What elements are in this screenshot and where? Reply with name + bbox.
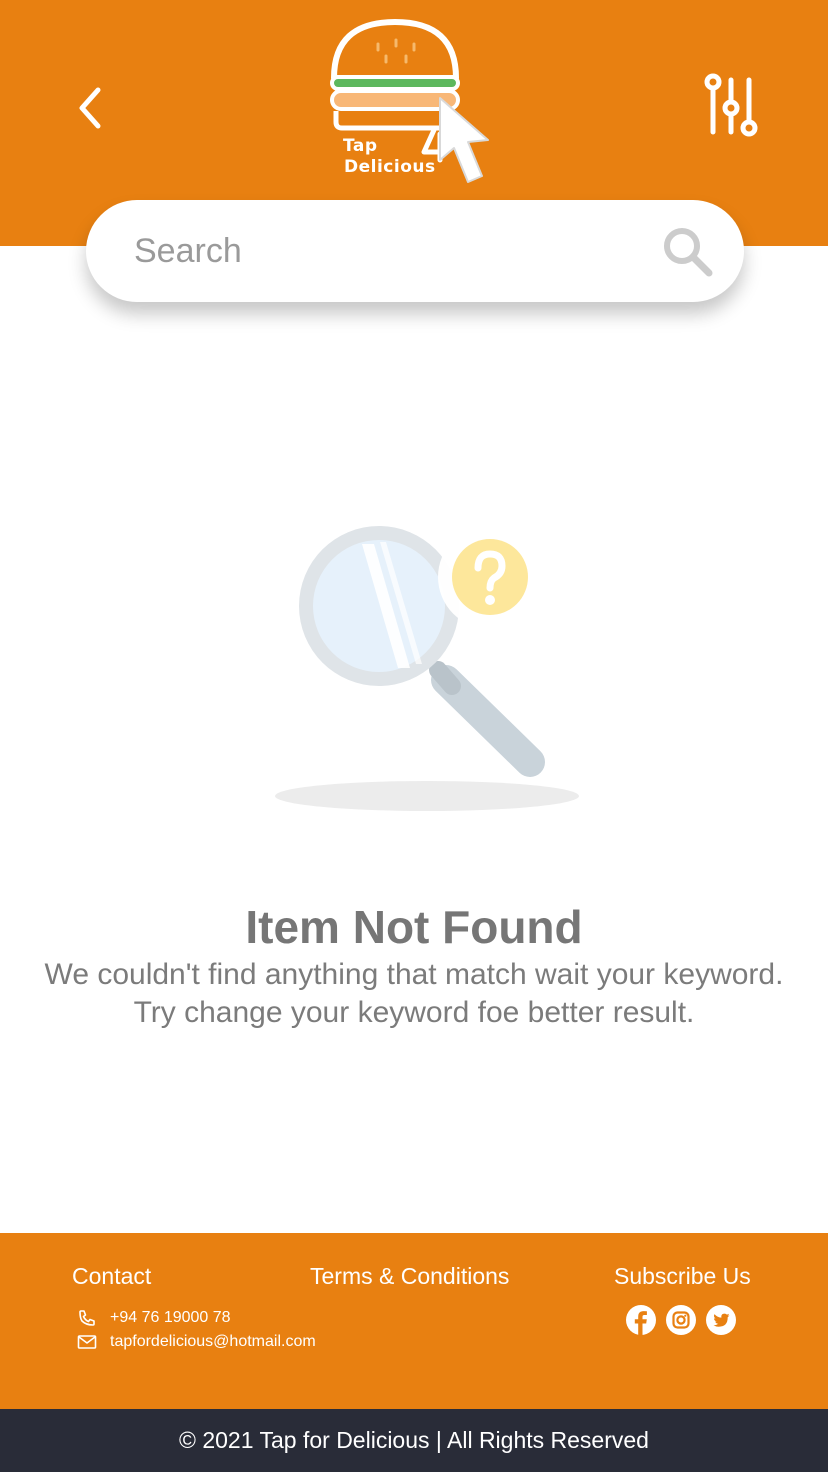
phone-icon	[76, 1309, 98, 1327]
contact-email[interactable]: tapfordelicious@hotmail.com	[110, 1333, 316, 1351]
empty-state-title: Item Not Found	[245, 901, 583, 953]
logo-text-delicious: Delicious	[344, 157, 436, 177]
twitter-icon	[706, 1305, 736, 1335]
facebook-button[interactable]	[624, 1303, 658, 1337]
copyright-bar: © 2021 Tap for Delicious | All Rights Re…	[0, 1409, 828, 1472]
logo-text-tap: Tap	[343, 136, 378, 156]
empty-state-message: We couldn't find anything that match wai…	[44, 958, 784, 1029]
facebook-icon	[626, 1305, 656, 1335]
twitter-button[interactable]	[704, 1303, 738, 1337]
chevron-left-icon	[79, 87, 101, 129]
sliders-icon	[704, 73, 758, 137]
magnifier-question-illustration	[275, 525, 579, 811]
subscribe-heading: Subscribe Us	[614, 1263, 751, 1289]
mail-icon	[76, 1333, 98, 1351]
filter-button[interactable]	[696, 66, 770, 146]
contact-heading: Contact	[72, 1263, 152, 1289]
app-logo: Tap Delicious	[322, 14, 508, 198]
instagram-icon	[666, 1305, 696, 1335]
terms-link[interactable]: Terms & Conditions	[310, 1263, 509, 1290]
contact-email-row: tapfordelicious@hotmail.com	[76, 1333, 316, 1351]
not-found-illustration	[268, 508, 588, 818]
footer: Contact Terms & Conditions Subscribe Us …	[0, 1233, 828, 1409]
contact-phone-row: +94 76 19000 78	[76, 1309, 231, 1327]
instagram-button[interactable]	[664, 1303, 698, 1337]
social-links	[624, 1303, 738, 1337]
search-icon	[664, 228, 713, 277]
back-button[interactable]	[60, 76, 120, 140]
contact-phone[interactable]: +94 76 19000 78	[110, 1309, 231, 1327]
search-bar	[86, 200, 744, 302]
search-input[interactable]	[134, 226, 634, 276]
search-button[interactable]	[656, 220, 720, 284]
copyright-text: © 2021 Tap for Delicious | All Rights Re…	[179, 1427, 649, 1453]
